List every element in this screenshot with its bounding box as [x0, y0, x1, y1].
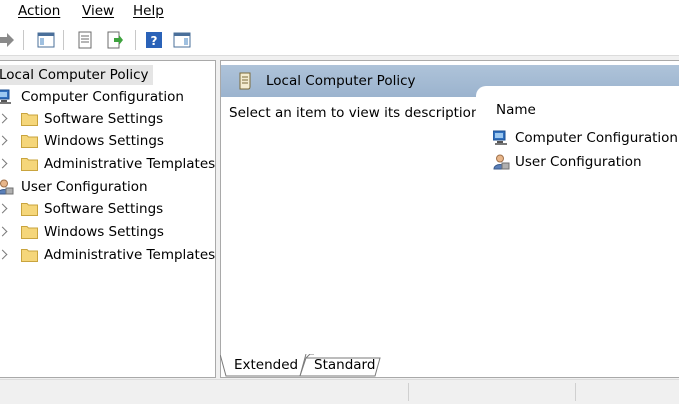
- chevron-right-icon[interactable]: [0, 226, 8, 237]
- details-pane: Local Computer Policy Select an item to …: [220, 60, 679, 378]
- chevron-right-icon[interactable]: [0, 135, 8, 146]
- help-icon[interactable]: ?: [145, 31, 163, 49]
- show-hide-tree-icon[interactable]: [37, 31, 55, 49]
- toolbar-separator: [23, 30, 24, 50]
- toolbar-separator: [135, 30, 136, 50]
- toolbar: ?: [0, 24, 679, 56]
- status-divider: [408, 383, 409, 401]
- tree-node-administrative-templates[interactable]: Administrative Templates: [0, 245, 215, 265]
- tree-node-label: Windows Settings: [44, 224, 164, 240]
- tree-node-label: Software Settings: [44, 111, 164, 127]
- tree-node-windows-settings[interactable]: Windows Settings: [0, 131, 215, 151]
- menu-view[interactable]: View: [82, 2, 114, 20]
- tree-root-local-computer-policy[interactable]: Local Computer Policy: [0, 65, 153, 85]
- tree-node-label: Administrative Templates: [44, 156, 216, 172]
- tree-node-user-configuration[interactable]: User Configuration: [0, 177, 215, 197]
- tree-node-label: Administrative Templates: [44, 247, 216, 263]
- folder-icon: [21, 249, 38, 262]
- folder-icon: [21, 135, 38, 148]
- tab-extended[interactable]: Extended: [234, 354, 298, 376]
- toolbar-separator: [63, 30, 64, 50]
- computer-icon: [493, 130, 507, 145]
- user-icon: [0, 179, 14, 195]
- tree-root-label: Local Computer Policy: [0, 67, 149, 83]
- properties-icon[interactable]: [76, 31, 94, 49]
- status-bar: [0, 379, 679, 404]
- show-hide-action-pane-icon[interactable]: [173, 31, 191, 49]
- description-text: Select an item to view its description.: [229, 105, 484, 121]
- computer-icon: [0, 89, 11, 104]
- tree-node-computer-configuration[interactable]: Computer Configuration: [0, 87, 215, 107]
- list-item-label: Computer Configuration: [515, 130, 678, 146]
- view-tabs: Extended Standard: [220, 354, 679, 378]
- export-list-icon[interactable]: [106, 31, 124, 49]
- chevron-right-icon[interactable]: [0, 113, 8, 124]
- chevron-right-icon[interactable]: [0, 249, 8, 260]
- chevron-right-icon[interactable]: [0, 203, 8, 214]
- status-divider: [575, 383, 576, 401]
- console-tree: Local Computer Policy Computer Configura…: [0, 60, 216, 378]
- folder-icon: [21, 158, 38, 171]
- menu-bar: Action View Help: [0, 0, 679, 24]
- column-header-name[interactable]: Name: [496, 101, 536, 119]
- tab-standard[interactable]: Standard: [314, 354, 375, 376]
- tree-node-windows-settings[interactable]: Windows Settings: [0, 222, 215, 242]
- tree-node-administrative-templates[interactable]: Administrative Templates: [0, 154, 215, 174]
- tree-node-label: Software Settings: [44, 201, 164, 217]
- list-item-label: User Configuration: [515, 154, 642, 170]
- tree-node-software-settings[interactable]: Software Settings: [0, 199, 215, 219]
- tree-node-label: User Configuration: [21, 179, 148, 195]
- tree-node-software-settings[interactable]: Software Settings: [0, 109, 215, 129]
- chevron-right-icon[interactable]: [0, 158, 8, 169]
- folder-icon: [21, 203, 38, 216]
- details-title: Local Computer Policy: [266, 73, 416, 89]
- menu-help[interactable]: Help: [133, 2, 164, 20]
- folder-icon: [21, 226, 38, 239]
- svg-text:?: ?: [151, 34, 158, 48]
- policy-scroll-icon: [239, 72, 251, 90]
- tree-node-label: Computer Configuration: [21, 89, 184, 105]
- details-list: Name Computer Configuration User Configu…: [476, 86, 679, 338]
- tree-node-label: Windows Settings: [44, 133, 164, 149]
- forward-arrow-icon[interactable]: [0, 31, 15, 49]
- folder-icon: [21, 113, 38, 126]
- menu-action[interactable]: Action: [18, 2, 60, 20]
- user-icon: [493, 154, 510, 170]
